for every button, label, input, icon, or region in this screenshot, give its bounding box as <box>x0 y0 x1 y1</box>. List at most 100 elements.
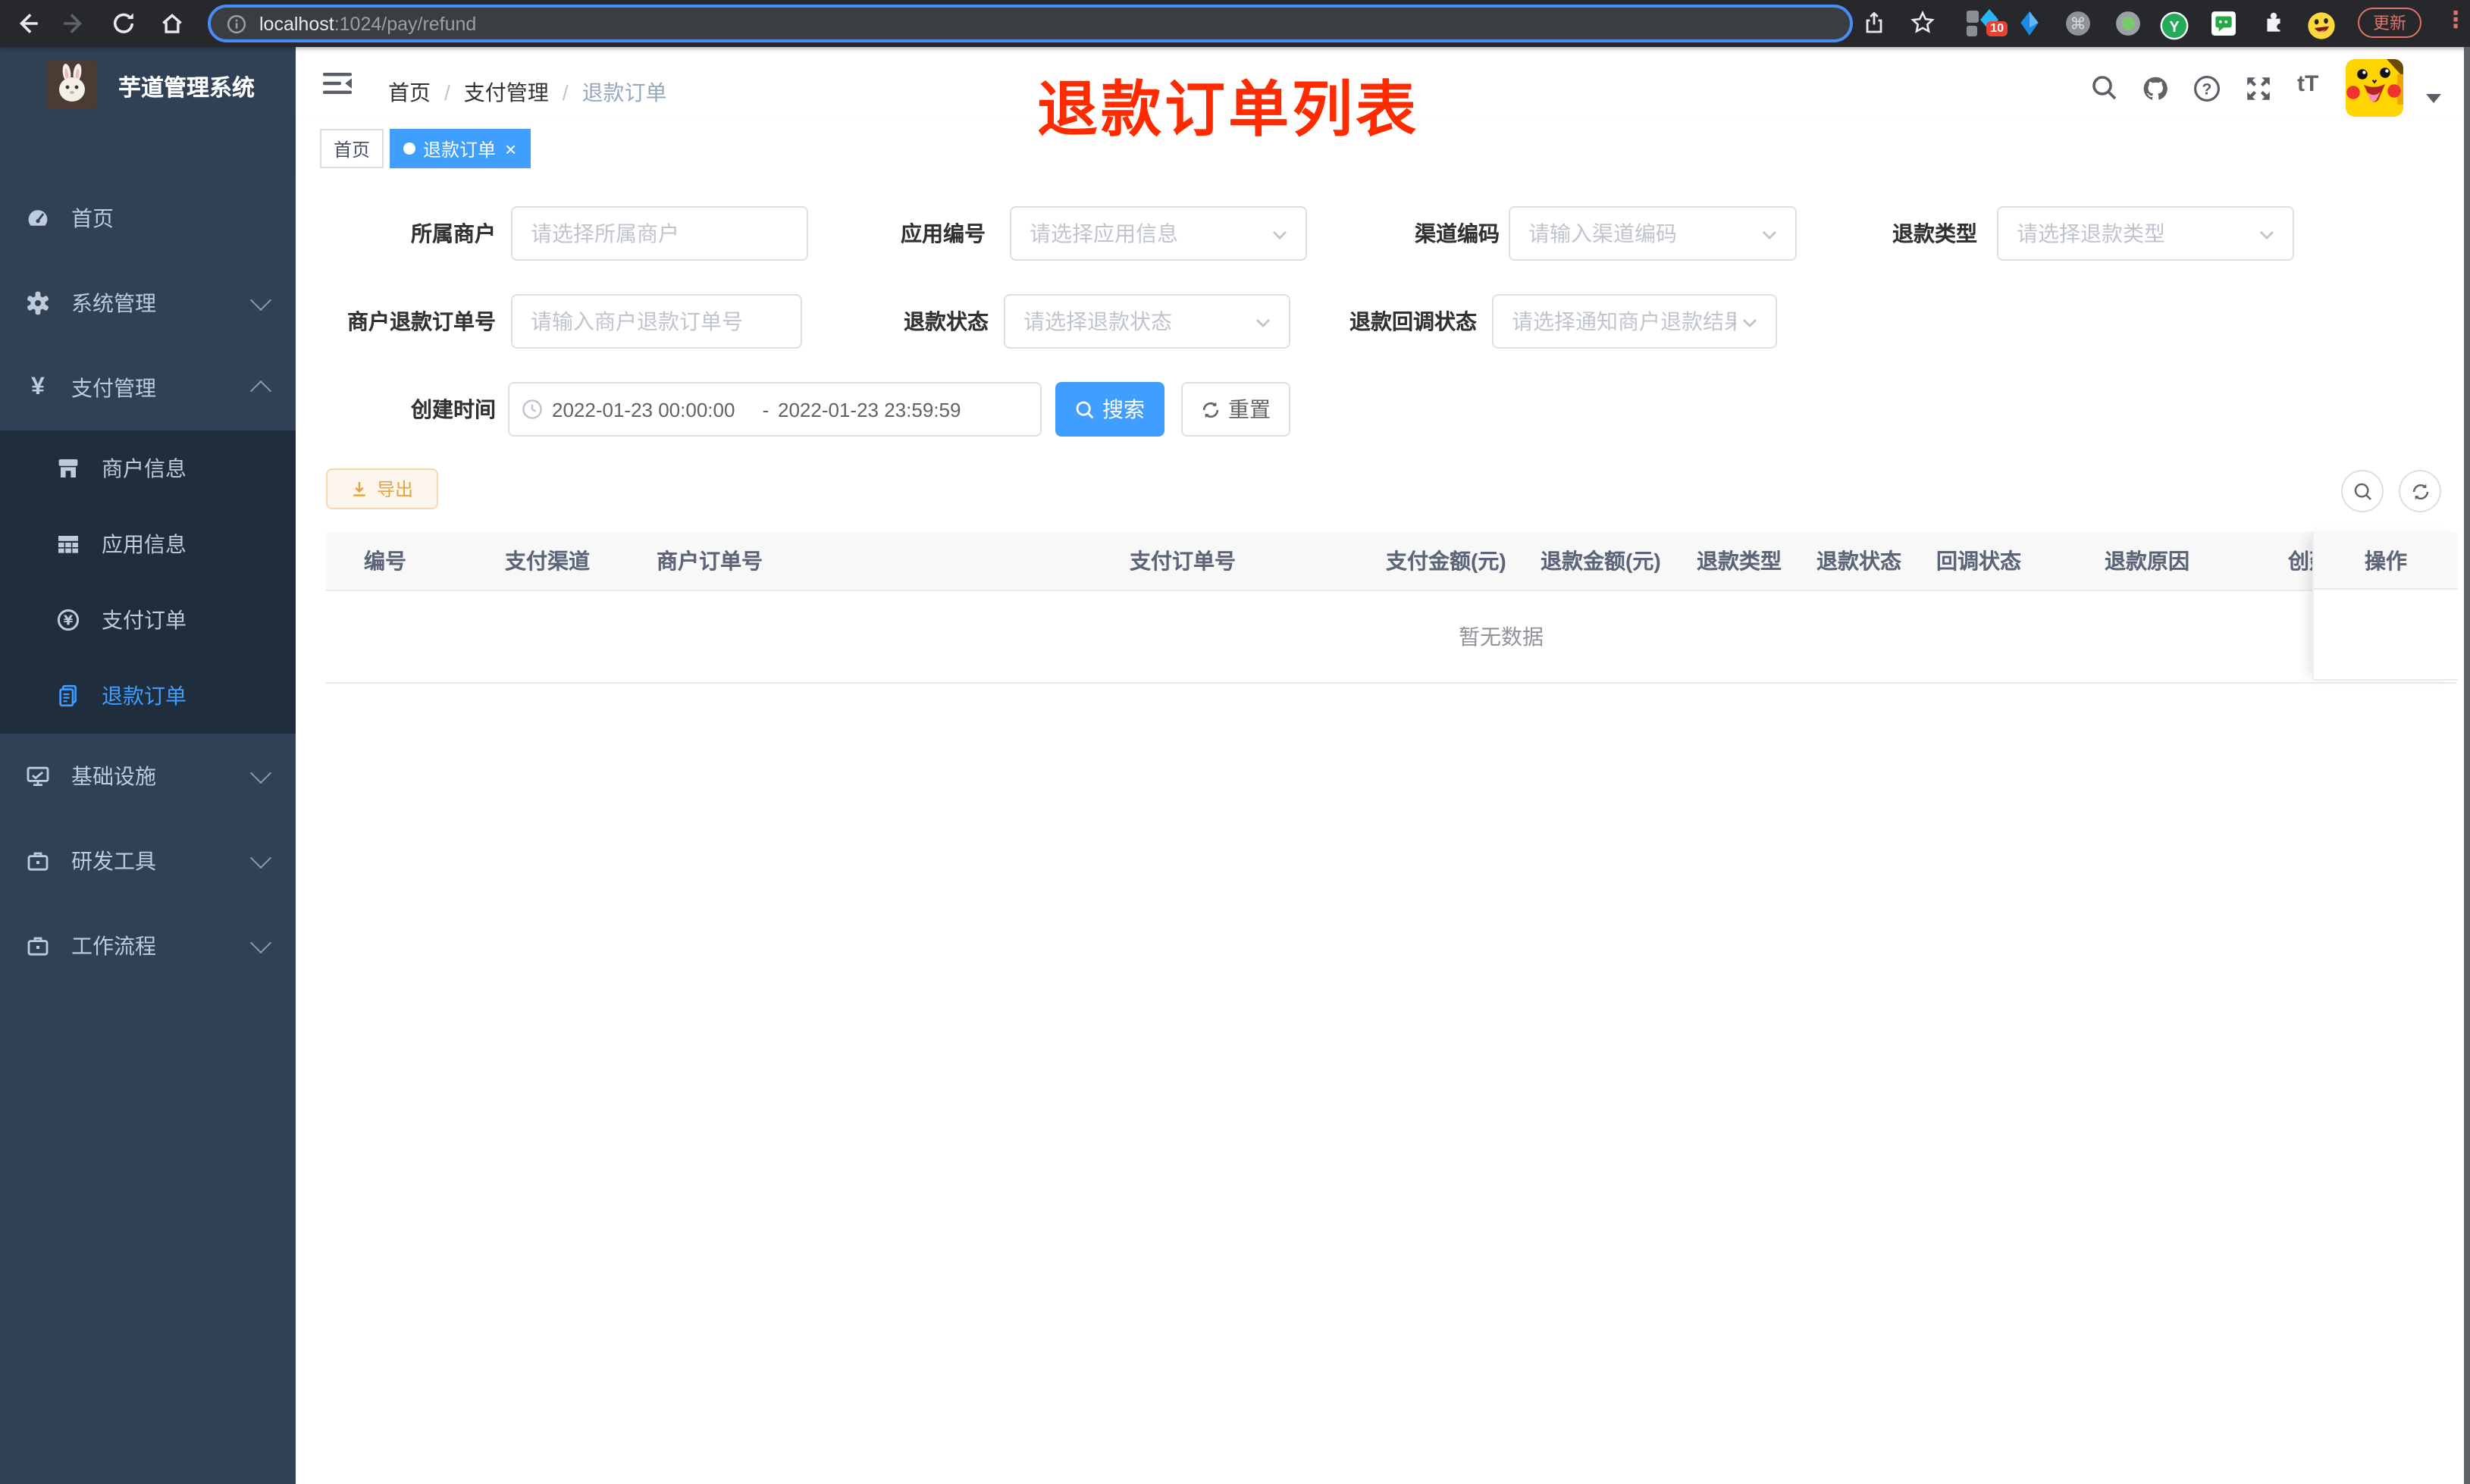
sidebar-item-label: 支付订单 <box>102 608 187 632</box>
refresh-icon <box>1201 399 1221 419</box>
show-search-toggle-button[interactable] <box>2341 470 2384 512</box>
column-header: 回调状态 <box>1936 549 2021 573</box>
page-scrollbar[interactable] <box>2464 47 2470 1484</box>
merchant-refund-no-input[interactable]: 请输入商户退款订单号 <box>511 294 802 349</box>
avatar-caret-down-icon[interactable] <box>2426 94 2441 103</box>
extension-grid-diamond-icon[interactable]: 10 <box>1965 6 2008 36</box>
filter-label-refund-status: 退款状态 <box>904 309 989 333</box>
browser-forward-icon[interactable] <box>61 11 86 36</box>
sidebar-logo[interactable]: 芋道管理系统 <box>0 47 296 174</box>
refund-document-icon <box>56 684 80 708</box>
breadcrumb-current: 退款订单 <box>581 80 667 105</box>
extension-badge: 10 <box>1986 21 2008 36</box>
channel-select[interactable]: 请输入渠道编码 <box>1509 206 1797 261</box>
extension-green-dot-icon[interactable] <box>2115 11 2141 36</box>
date-end-value: 2022-01-23 23:59:59 <box>778 398 961 421</box>
reset-button[interactable]: 重置 <box>1181 382 1290 437</box>
sidebar-item-label: 研发工具 <box>71 849 156 873</box>
refund-status-select[interactable]: 请选择退款状态 <box>1004 294 1290 349</box>
chevron-down-icon <box>2259 220 2274 247</box>
notify-status-select[interactable]: 请选择通知商户退款结果 <box>1492 294 1777 349</box>
refund-type-select[interactable]: 请选择退款类型 <box>1997 206 2294 261</box>
column-header: 退款金额(元) <box>1541 549 1661 573</box>
close-icon[interactable]: × <box>505 139 516 158</box>
browser-update-button[interactable]: 更新 <box>2358 8 2421 38</box>
sidebar-item-home[interactable]: 首页 <box>0 176 296 261</box>
sidebar-item-workflow[interactable]: 工作流程 <box>0 903 296 988</box>
extension-puzzle-icon[interactable] <box>2261 11 2287 36</box>
site-info-icon[interactable] <box>226 13 247 34</box>
dashboard-icon <box>26 206 50 230</box>
briefcase-icon <box>26 934 50 958</box>
sidebar-item-system[interactable]: 系统管理 <box>0 261 296 346</box>
shop-icon <box>56 456 80 481</box>
fullscreen-icon[interactable] <box>2244 74 2271 102</box>
sidebar-item-app-info[interactable]: 应用信息 <box>0 506 296 582</box>
fixed-operation-column: 操作 <box>2312 532 2458 681</box>
placeholder: 请选择所属商户 <box>531 221 679 246</box>
help-icon[interactable]: ? <box>2193 74 2220 102</box>
search-icon[interactable] <box>2091 74 2118 102</box>
search-icon <box>1075 399 1095 419</box>
extension-chat-icon[interactable] <box>2211 11 2236 36</box>
github-icon[interactable] <box>2141 74 2168 102</box>
column-header: 支付渠道 <box>505 549 590 573</box>
bookmark-star-icon[interactable] <box>1910 10 1936 36</box>
extension-command-icon[interactable]: ⌘ <box>2065 11 2091 36</box>
user-avatar[interactable] <box>2346 59 2403 117</box>
extension-kite-icon[interactable] <box>2017 11 2042 36</box>
url-bar[interactable]: localhost:1024/pay/refund <box>208 5 1853 42</box>
tab-refund-order[interactable]: 退款订单 × <box>390 129 531 168</box>
chevron-down-icon <box>249 931 272 954</box>
sidebar-item-label: 工作流程 <box>71 934 156 958</box>
search-button[interactable]: 搜索 <box>1055 382 1164 437</box>
date-separator: - <box>762 398 770 421</box>
sidebar-item-payment[interactable]: ¥ 支付管理 <box>0 346 296 430</box>
browser-home-icon[interactable] <box>159 11 185 36</box>
chevron-up-icon <box>249 380 272 402</box>
merchant-select[interactable]: 请选择所属商户 <box>511 206 808 261</box>
browser-menu-icon[interactable]: ⋮ <box>2444 6 2467 33</box>
breadcrumb-home[interactable]: 首页 <box>388 80 431 105</box>
refresh-table-button[interactable] <box>2399 470 2441 512</box>
page-title: 退款订单列表 <box>1037 77 1419 144</box>
sidebar-collapse-icon[interactable] <box>323 71 352 95</box>
sidebar-item-infrastructure[interactable]: 基础设施 <box>0 734 296 819</box>
empty-placeholder: 暂无数据 <box>1459 625 1544 649</box>
yen-circle-icon: ¥ <box>56 608 80 632</box>
sidebar-item-pay-order[interactable]: ¥ 支付订单 <box>0 582 296 658</box>
filter-label-create-time: 创建时间 <box>411 397 496 421</box>
sidebar-item-refund-order[interactable]: 退款订单 <box>0 658 296 734</box>
grid-table-icon <box>56 532 80 556</box>
placeholder: 请选择应用信息 <box>1030 221 1178 246</box>
refund-table: 编号 支付渠道 商户订单号 支付订单号 支付金额(元) 退款金额(元) 退款类型… <box>326 532 2458 684</box>
chevron-down-icon <box>249 847 272 869</box>
placeholder: 请输入渠道编码 <box>1528 221 1677 246</box>
breadcrumb-payment[interactable]: 支付管理 <box>464 80 549 105</box>
font-size-icon[interactable]: tT <box>2297 71 2318 97</box>
create-time-range-picker[interactable]: 2022-01-23 00:00:00 - 2022-01-23 23:59:5… <box>508 382 1042 437</box>
fixed-column-body <box>2314 590 2458 681</box>
sidebar-item-label: 基础设施 <box>71 764 156 788</box>
sidebar-item-dev-tools[interactable]: 研发工具 <box>0 819 296 903</box>
download-icon <box>351 480 369 498</box>
extension-emoji-icon[interactable] <box>2306 11 2337 39</box>
placeholder: 请输入商户退款订单号 <box>531 309 743 333</box>
sidebar-item-merchant-info[interactable]: 商户信息 <box>0 430 296 506</box>
tab-home[interactable]: 首页 <box>320 129 384 168</box>
svg-text:?: ? <box>2202 81 2212 99</box>
browser-back-icon[interactable] <box>15 11 41 36</box>
export-button[interactable]: 导出 <box>326 468 438 509</box>
content: 所属商户 请选择所属商户 应用编号 请选择应用信息 渠道编码 请输入渠道编码 退… <box>296 170 2470 1484</box>
browser-refresh-icon[interactable] <box>111 11 136 36</box>
share-icon[interactable] <box>1862 11 1888 36</box>
column-header: 编号 <box>364 549 406 573</box>
active-dot-icon <box>403 142 415 155</box>
column-header: 商户订单号 <box>657 549 763 573</box>
url-host: localhost <box>259 13 334 34</box>
chevron-down-icon <box>1742 308 1757 335</box>
main-area: 首页 / 支付管理 / 退款订单 退款订单列表 ? tT 首页 退款订单 × 所… <box>296 47 2470 1484</box>
extension-y-icon[interactable]: Y <box>2159 11 2189 40</box>
app-select[interactable]: 请选择应用信息 <box>1010 206 1307 261</box>
chevron-down-icon <box>249 762 272 784</box>
